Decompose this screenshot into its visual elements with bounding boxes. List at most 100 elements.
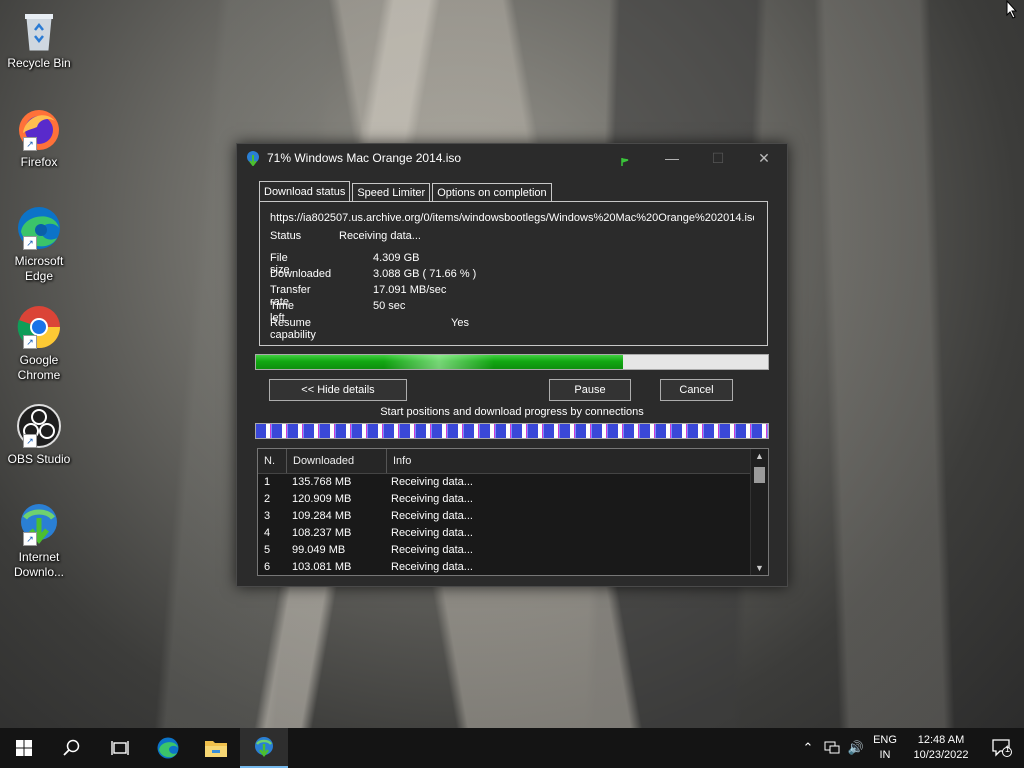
desktop-icon-idm[interactable]: ↗ Internet Downlo... [4,500,74,580]
cell-info: Receiving data... [391,544,473,556]
desktop-icon-recycle-bin[interactable]: Recycle Bin [4,6,74,71]
search-button[interactable] [48,728,96,768]
minimize-button[interactable]: — [649,144,695,172]
transfer-rate-value: 17.091 MB/sec [373,284,447,296]
taskbar-edge-button[interactable] [144,728,192,768]
cell-n: 3 [264,510,271,522]
folder-icon [205,741,227,757]
desktop-icon-chrome[interactable]: ↗ Google Chrome [4,303,74,383]
edge-icon: ↗ [15,204,63,252]
chrome-icon: ↗ [15,303,63,351]
task-view-button[interactable] [96,728,144,768]
close-button[interactable]: ✕ [741,144,787,172]
resume-capability-value: Yes [451,317,469,329]
cell-info: Receiving data... [391,561,473,573]
connections-list-header: N. Downloaded Info [258,449,768,474]
mouse-cursor-icon [1006,0,1018,22]
cell-info: Receiving data... [391,476,473,488]
idm-app-icon [247,151,259,166]
cell-info: Receiving data... [391,510,473,522]
downloaded-label: Downloaded [270,268,332,280]
connections-list-body: 1 135.768 MB Receiving data... 2 120.909… [258,474,750,575]
time-left-value: 50 sec [373,300,406,312]
cancel-button[interactable]: Cancel [660,379,733,401]
file-size-value: 4.309 GB [373,252,420,264]
cell-n: 5 [264,544,271,556]
table-row[interactable]: 6 103.081 MB Receiving data... [258,559,750,575]
desktop-icon-label: OBS Studio [7,452,71,466]
pause-button[interactable]: Pause [549,379,631,401]
desktop-icon-label: Microsoft Edge [14,254,64,283]
flag-icon [621,158,629,166]
cell-info: Receiving data... [391,527,473,539]
column-header-downloaded[interactable]: Downloaded [287,449,387,473]
taskbar-idm-button[interactable] [240,728,288,768]
notification-count: 1 [1004,744,1010,754]
table-row[interactable]: 1 135.768 MB Receiving data... [258,474,750,491]
taskbar: ⌃ 🔊 ENG IN 12:48 AM 10/23/2022 1 [0,728,1024,768]
language-code: ENG [873,734,897,746]
table-row[interactable]: 5 99.049 MB Receiving data... [258,542,750,559]
table-row[interactable]: 2 120.909 MB Receiving data... [258,491,750,508]
cell-n: 4 [264,527,271,539]
connections-list-scrollbar[interactable]: ▲ ▼ [750,449,768,575]
edge-icon [157,737,179,759]
cell-downloaded: 109.284 MB [292,510,352,522]
search-icon [63,739,80,756]
cell-n: 1 [264,476,271,488]
cell-downloaded: 99.049 MB [292,544,346,556]
download-progress-fill [256,355,623,369]
desktop-icon-label: Internet Downlo... [13,550,65,579]
cell-n: 6 [264,561,271,573]
maximize-button[interactable]: ☐ [695,144,741,172]
clock[interactable]: 12:48 AM 10/23/2022 [902,733,980,763]
cell-info: Receiving data... [391,493,473,505]
cell-n: 2 [264,493,271,505]
scrollbar-thumb[interactable] [754,467,765,483]
recycle-bin-icon [15,6,63,54]
language-indicator[interactable]: ENG IN [868,733,902,763]
download-progress-window: 71% Windows Mac Orange 2014.iso — ☐ ✕ Do… [236,143,788,587]
column-header-n[interactable]: N. [258,449,287,473]
desktop-icon-edge[interactable]: ↗ Microsoft Edge [4,204,74,284]
obs-icon: ↗ [15,402,63,450]
idm-icon: ↗ [15,500,63,548]
download-status-panel: https://ia802507.us.archive.org/0/items/… [259,201,768,346]
cell-downloaded: 135.768 MB [292,476,352,488]
cell-downloaded: 120.909 MB [292,493,352,505]
tab-speed-limiter[interactable]: Speed Limiter [352,183,431,202]
desktop-icon-label: Recycle Bin [7,56,71,70]
desktop-icon-firefox[interactable]: ↗ Firefox [4,105,74,170]
firefox-icon: ↗ [15,105,63,153]
keyboard-region: IN [879,749,891,761]
show-hidden-icons-chevron-icon[interactable]: ⌃ [796,728,820,768]
network-icon[interactable] [820,728,844,768]
table-row[interactable]: 4 108.237 MB Receiving data... [258,525,750,542]
resume-capability-label: Resume capability [270,317,316,341]
clock-time: 12:48 AM [917,734,965,746]
desktop-icon-label: Google Chrome [17,353,61,382]
cell-downloaded: 103.081 MB [292,561,352,573]
download-url: https://ia802507.us.archive.org/0/items/… [270,212,754,224]
window-titlebar[interactable]: 71% Windows Mac Orange 2014.iso — ☐ ✕ [237,144,787,172]
notification-center-button[interactable]: 1 [980,728,1024,768]
download-progress-bar [255,354,769,370]
clock-date: 10/23/2022 [913,749,969,761]
tab-strip: Download status Speed Limiter Options on… [259,181,554,202]
desktop-icon-obs[interactable]: ↗ OBS Studio [4,402,74,467]
system-tray: ⌃ 🔊 ENG IN 12:48 AM 10/23/2022 1 [796,728,1024,768]
connections-label: Start positions and download progress by… [380,406,644,418]
tab-options-on-completion[interactable]: Options on completion [432,183,552,202]
idm-icon [255,737,273,758]
hide-details-button[interactable]: << Hide details [269,379,407,401]
table-row[interactable]: 3 109.284 MB Receiving data... [258,508,750,525]
start-button[interactable] [0,728,48,768]
column-header-info[interactable]: Info [387,449,743,473]
status-value: Receiving data... [339,230,421,242]
taskbar-file-explorer-button[interactable] [192,728,240,768]
windows-logo-icon [16,740,32,756]
tab-download-status[interactable]: Download status [259,181,351,202]
scroll-down-icon[interactable]: ▼ [751,563,768,573]
volume-icon[interactable]: 🔊 [844,728,868,768]
scroll-up-icon[interactable]: ▲ [751,451,768,461]
